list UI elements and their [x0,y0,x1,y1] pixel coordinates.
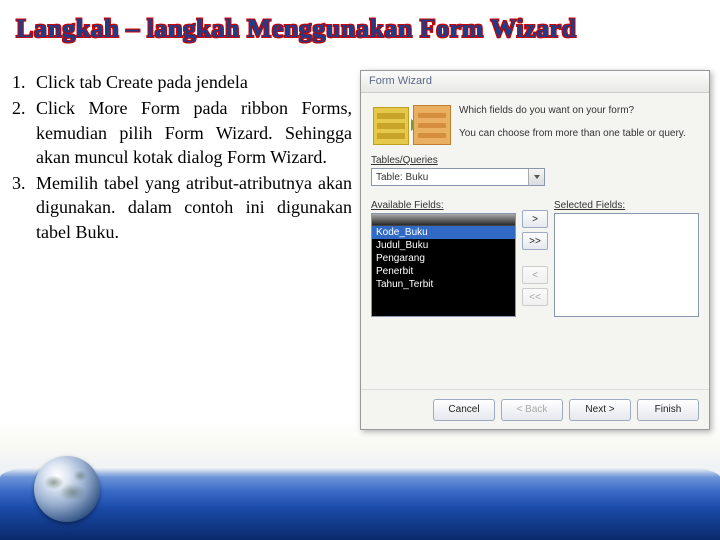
footer-wave [0,450,720,540]
add-all-button[interactable]: >> [522,232,548,250]
step-list: 1.Click tab Create pada jendela 2.Click … [12,70,352,244]
available-fields-listbox[interactable]: Kode_Buku Judul_Buku Pengarang Penerbit … [371,213,516,317]
tables-queries-combo[interactable]: Table: Buku [371,168,545,186]
dialog-titlebar: Form Wizard [361,71,709,93]
slide: Langkah – langkah Menggunakan Form Wizar… [0,0,720,540]
finish-button[interactable]: Finish [637,399,699,421]
list-item[interactable]: Penerbit [372,265,515,278]
dialog-banner: Which fields do you want on your form? Y… [371,101,699,147]
cancel-button[interactable]: Cancel [433,399,495,421]
remove-all-button[interactable]: << [522,288,548,306]
combo-value: Table: Buku [372,172,528,183]
selected-fields-label: Selected Fields: [554,200,699,211]
list-item: 3.Memilih tabel yang atribut-atributnya … [12,171,352,244]
prompt-line-2: You can choose from more than one table … [459,126,699,141]
list-item: 1.Click tab Create pada jendela [12,70,352,94]
add-button[interactable]: > [522,210,548,228]
list-item[interactable]: Tahun_Terbit [372,278,515,291]
remove-button[interactable]: < [522,266,548,284]
dialog-footer: Cancel < Back Next > Finish [361,389,709,429]
form-wizard-dialog: Form Wizard Which fields do you want on … [360,70,710,430]
page-title: Langkah – langkah Menggunakan Form Wizar… [16,14,577,44]
list-item[interactable]: Judul_Buku [372,239,515,252]
dialog-body: Which fields do you want on your form? Y… [361,93,709,389]
selected-column: Selected Fields: [554,196,699,317]
banner-text: Which fields do you want on your form? Y… [459,101,699,147]
back-button[interactable]: < Back [501,399,563,421]
next-button[interactable]: Next > [569,399,631,421]
transfer-buttons: > >> < << [522,196,548,317]
prompt-line-1: Which fields do you want on your form? [459,103,699,118]
globe-icon [34,456,100,522]
available-column: Available Fields: Kode_Buku Judul_Buku P… [371,196,516,317]
chevron-down-icon[interactable] [528,169,544,185]
list-item[interactable]: Kode_Buku [372,226,515,239]
wizard-icon [371,101,451,147]
selected-fields-listbox[interactable] [554,213,699,317]
fields-row: Available Fields: Kode_Buku Judul_Buku P… [371,196,699,317]
list-item[interactable]: Pengarang [372,252,515,265]
instruction-content: 1.Click tab Create pada jendela 2.Click … [12,70,352,246]
available-fields-label: Available Fields: [371,200,516,211]
list-item: 2.Click More Form pada ribbon Forms, kem… [12,96,352,169]
tables-queries-label: Tables/Queries [371,155,699,166]
